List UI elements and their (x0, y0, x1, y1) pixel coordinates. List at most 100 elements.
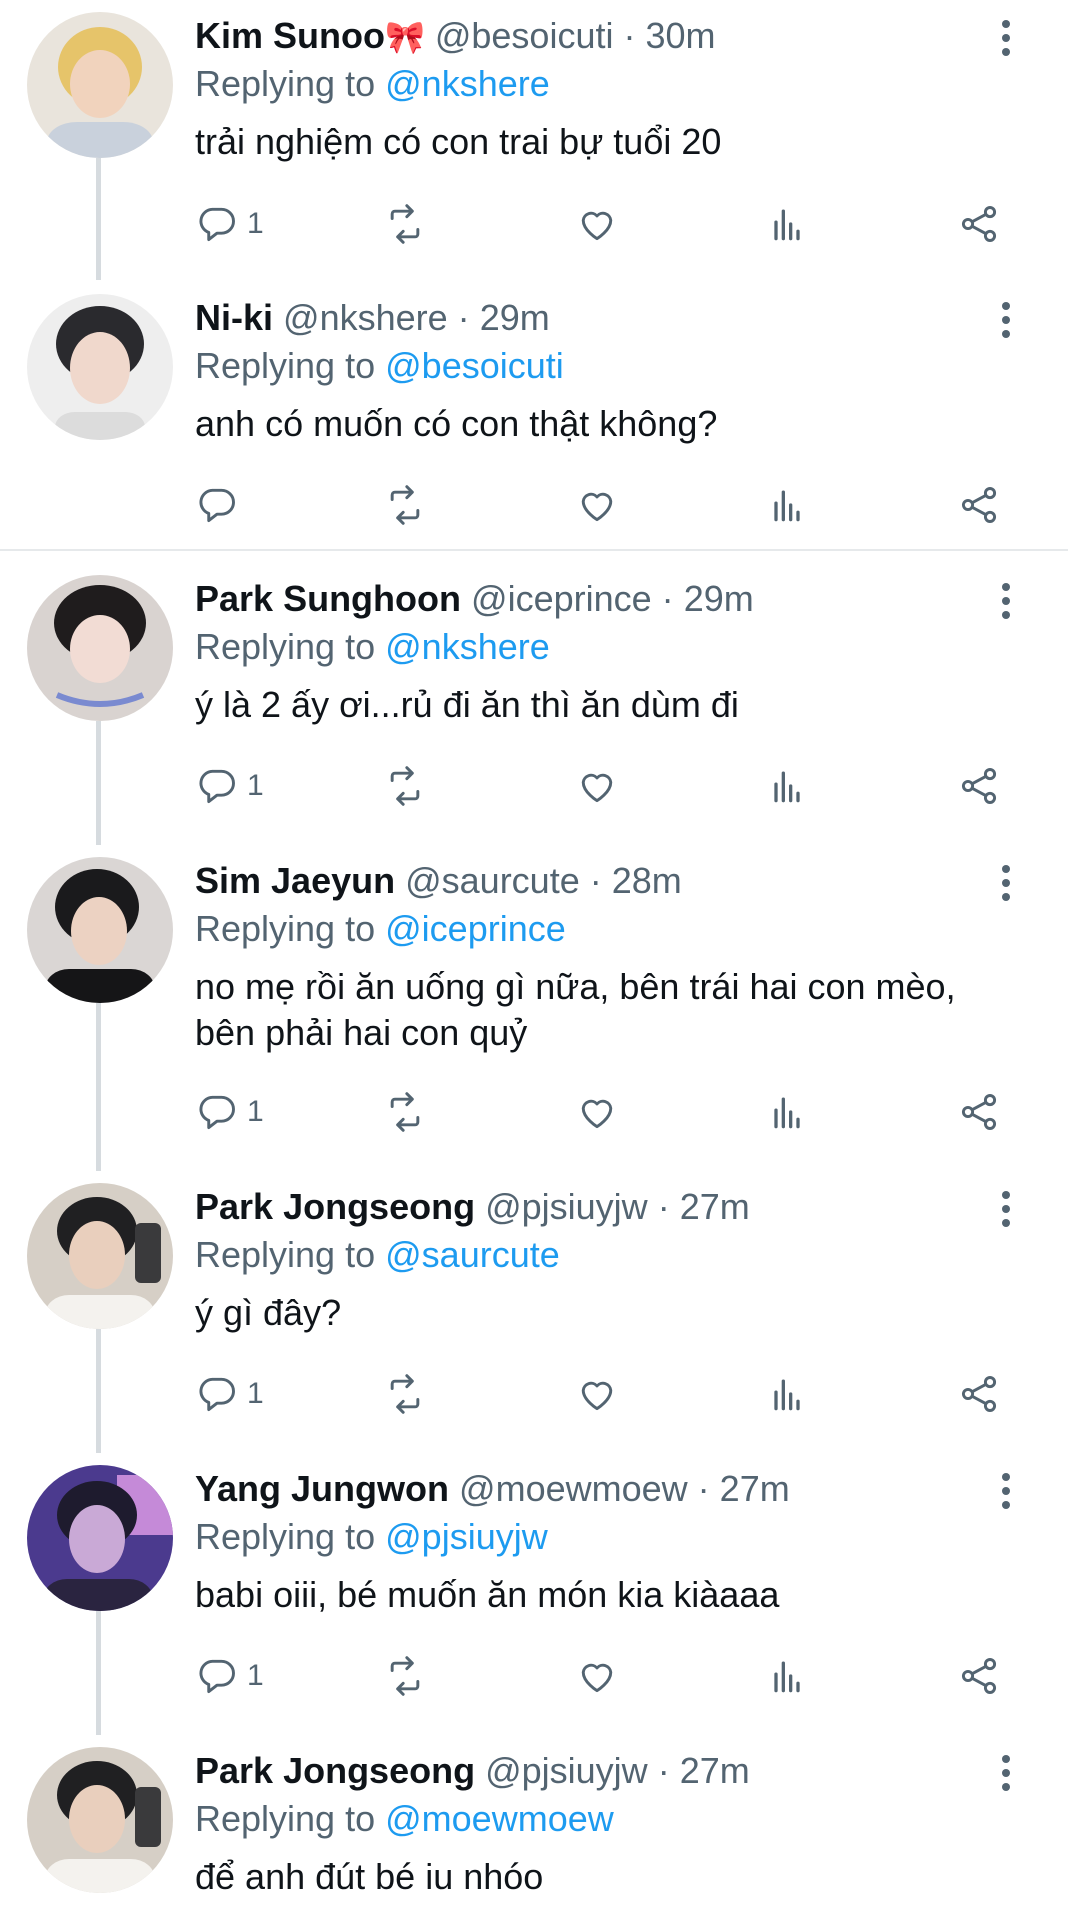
views-button[interactable] (765, 201, 809, 247)
reply-count: 1 (247, 1377, 264, 1410)
avatar[interactable] (27, 857, 173, 1003)
tweet-header: Ni-ki @nkshere · 29m (195, 296, 550, 340)
retweet-button[interactable] (383, 1089, 427, 1135)
timestamp[interactable]: 28m (612, 860, 682, 901)
tweet-text: trải nghiệm có con trai bự tuổi 20 (195, 121, 722, 162)
share-icon (961, 1658, 997, 1694)
tweet-5[interactable]: Yang Jungwon @moewmoew · 27m Replying to… (0, 1453, 1068, 1735)
share-button[interactable] (957, 201, 1001, 247)
share-icon (961, 1094, 997, 1130)
timestamp[interactable]: 29m (684, 578, 754, 619)
handle[interactable]: @moewmoew (459, 1468, 688, 1509)
separator-dot: · (623, 15, 636, 56)
display-name[interactable]: Park Sunghoon (195, 578, 461, 619)
tweet-2[interactable]: Park Sunghoon @iceprince · 29m Replying … (0, 563, 1068, 845)
action-bar: 1 (195, 763, 1015, 809)
avatar[interactable] (27, 575, 173, 721)
mention-link[interactable]: @besoicuti (385, 345, 564, 386)
heart-icon (581, 211, 613, 241)
timestamp[interactable]: 27m (680, 1186, 750, 1227)
like-button[interactable] (575, 1089, 619, 1135)
avatar[interactable] (27, 1747, 173, 1893)
thread-line (96, 1329, 101, 1453)
timestamp[interactable]: 27m (720, 1468, 790, 1509)
like-button[interactable] (575, 201, 619, 247)
replying-to: Replying to @pjsiuyjw (195, 1515, 548, 1559)
retweet-button[interactable] (383, 1653, 427, 1699)
display-name[interactable]: Ni-ki (195, 297, 273, 338)
retweet-button[interactable] (383, 1371, 427, 1417)
more-options-icon[interactable] (996, 1755, 1016, 1795)
handle[interactable]: @pjsiuyjw (485, 1186, 648, 1227)
reply-button[interactable]: 1 (195, 763, 264, 809)
retweet-icon (390, 1092, 420, 1132)
avatar[interactable] (27, 12, 173, 158)
reply-button[interactable]: 1 (195, 1653, 264, 1699)
replying-to-label: Replying to (195, 908, 376, 949)
handle[interactable]: @iceprince (471, 578, 652, 619)
handle[interactable]: @besoicuti (435, 15, 614, 56)
thread-line (96, 1003, 101, 1171)
share-button[interactable] (957, 1653, 1001, 1699)
reply-button[interactable]: 1 (195, 1089, 264, 1135)
more-options-icon[interactable] (996, 1473, 1016, 1513)
tweet-header: Park Jongseong @pjsiuyjw · 27m (195, 1185, 750, 1229)
action-bar (195, 482, 1015, 528)
like-button[interactable] (575, 1371, 619, 1417)
display-name[interactable]: Park Jongseong (195, 1186, 475, 1227)
share-button[interactable] (957, 1089, 1001, 1135)
timestamp[interactable]: 27m (680, 1750, 750, 1791)
like-button[interactable] (575, 1653, 619, 1699)
timestamp[interactable]: 29m (480, 297, 550, 338)
retweet-button[interactable] (383, 482, 427, 528)
share-button[interactable] (957, 482, 1001, 528)
display-name[interactable]: Sim Jaeyun (195, 860, 395, 901)
reply-button[interactable]: 1 (195, 201, 264, 247)
avatar[interactable] (27, 1465, 173, 1611)
tweet-6[interactable]: Park Jongseong @pjsiuyjw · 27m Replying … (0, 1735, 1068, 1920)
tweet-4[interactable]: Park Jongseong @pjsiuyjw · 27m Replying … (0, 1171, 1068, 1453)
share-icon (961, 1376, 997, 1412)
views-button[interactable] (765, 1089, 809, 1135)
views-button[interactable] (765, 1653, 809, 1699)
avatar[interactable] (27, 1183, 173, 1329)
reply-button[interactable]: 1 (195, 1371, 264, 1417)
handle[interactable]: @pjsiuyjw (485, 1750, 648, 1791)
tweet-0[interactable]: Kim Sunoo🎀 @besoicuti · 30m Replying to … (0, 0, 1068, 280)
action-bar: 1 (195, 1089, 1015, 1135)
more-options-icon[interactable] (996, 1191, 1016, 1231)
handle[interactable]: @nkshere (283, 297, 448, 338)
reply-icon (199, 1377, 235, 1412)
more-options-icon[interactable] (996, 583, 1016, 623)
more-options-icon[interactable] (996, 20, 1016, 60)
avatar[interactable] (27, 294, 173, 440)
display-name[interactable]: Yang Jungwon (195, 1468, 449, 1509)
mention-link[interactable]: @iceprince (385, 908, 566, 949)
more-options-icon[interactable] (996, 302, 1016, 342)
display-name[interactable]: Kim Sunoo (195, 15, 385, 56)
handle[interactable]: @saurcute (405, 860, 580, 901)
retweet-button[interactable] (383, 201, 427, 247)
like-button[interactable] (575, 763, 619, 809)
views-button[interactable] (765, 482, 809, 528)
views-button[interactable] (765, 763, 809, 809)
separator-dot: · (657, 1186, 670, 1227)
like-button[interactable] (575, 482, 619, 528)
mention-link[interactable]: @nkshere (385, 63, 550, 104)
mention-link[interactable]: @saurcute (385, 1234, 560, 1275)
views-button[interactable] (765, 1371, 809, 1417)
retweet-button[interactable] (383, 763, 427, 809)
timestamp[interactable]: 30m (646, 15, 716, 56)
retweet-icon (390, 485, 420, 525)
mention-link[interactable]: @moewmoew (385, 1798, 614, 1839)
share-button[interactable] (957, 1371, 1001, 1417)
reply-count: 1 (247, 1659, 264, 1692)
reply-button[interactable] (195, 482, 247, 528)
mention-link[interactable]: @nkshere (385, 626, 550, 667)
tweet-3[interactable]: Sim Jaeyun @saurcute · 28m Replying to @… (0, 845, 1068, 1171)
more-options-icon[interactable] (996, 865, 1016, 905)
share-button[interactable] (957, 763, 1001, 809)
tweet-1[interactable]: Ni-ki @nkshere · 29m Replying to @besoic… (0, 282, 1068, 550)
mention-link[interactable]: @pjsiuyjw (385, 1516, 548, 1557)
display-name[interactable]: Park Jongseong (195, 1750, 475, 1791)
